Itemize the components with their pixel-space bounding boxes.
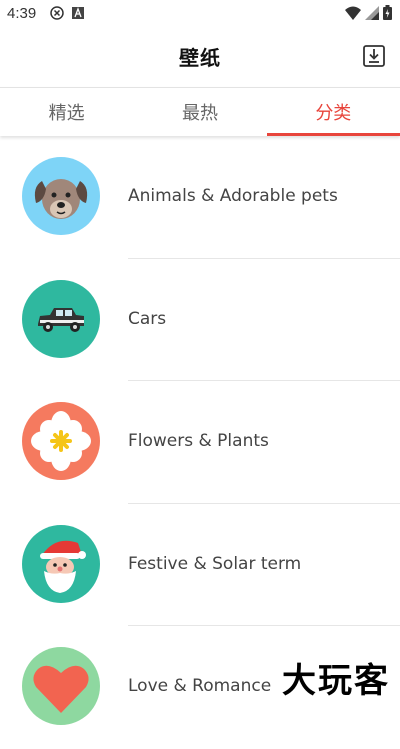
category-item-festive[interactable]: Festive & Solar term bbox=[0, 504, 400, 626]
status-left-icons bbox=[50, 6, 84, 20]
santa-icon bbox=[22, 524, 100, 603]
status-bar: 4:39 bbox=[0, 0, 400, 26]
category-item-cars[interactable]: Cars bbox=[0, 259, 400, 381]
download-button[interactable] bbox=[362, 44, 386, 68]
tab-categories[interactable]: 分类 bbox=[266, 88, 400, 136]
tab-label: 分类 bbox=[315, 103, 352, 124]
category-item-animals[interactable]: Animals & Adorable pets bbox=[0, 136, 400, 259]
car-icon bbox=[22, 279, 100, 358]
status-time: 4:39 bbox=[7, 5, 37, 22]
a-box-icon bbox=[72, 7, 84, 19]
battery-icon bbox=[383, 5, 392, 20]
tab-bar: 精选 最热 分类 bbox=[0, 87, 400, 136]
tab-label: 最热 bbox=[181, 103, 218, 124]
category-label: Animals & Adorable pets bbox=[128, 186, 338, 206]
signal-icon bbox=[365, 5, 379, 20]
category-label: Flowers & Plants bbox=[128, 431, 269, 451]
category-label: Festive & Solar term bbox=[128, 553, 302, 574]
tab-label: 精选 bbox=[48, 103, 85, 124]
status-right-icons bbox=[345, 5, 392, 20]
category-label: Love & Romance bbox=[128, 676, 272, 696]
app-header: 壁纸 bbox=[0, 26, 400, 87]
vpn-x-icon bbox=[50, 6, 64, 20]
watermark: 大玩客 bbox=[282, 661, 390, 701]
tab-featured[interactable]: 精选 bbox=[0, 88, 133, 136]
category-label: Cars bbox=[128, 308, 167, 329]
tab-hottest[interactable]: 最热 bbox=[133, 88, 266, 136]
category-item-flowers[interactable]: Flowers & Plants bbox=[0, 381, 400, 504]
wifi-icon bbox=[345, 6, 361, 20]
download-icon bbox=[363, 45, 385, 67]
page-title: 壁纸 bbox=[179, 46, 221, 70]
dog-icon bbox=[22, 157, 100, 235]
flower-icon bbox=[22, 402, 100, 480]
heart-icon bbox=[22, 647, 100, 725]
